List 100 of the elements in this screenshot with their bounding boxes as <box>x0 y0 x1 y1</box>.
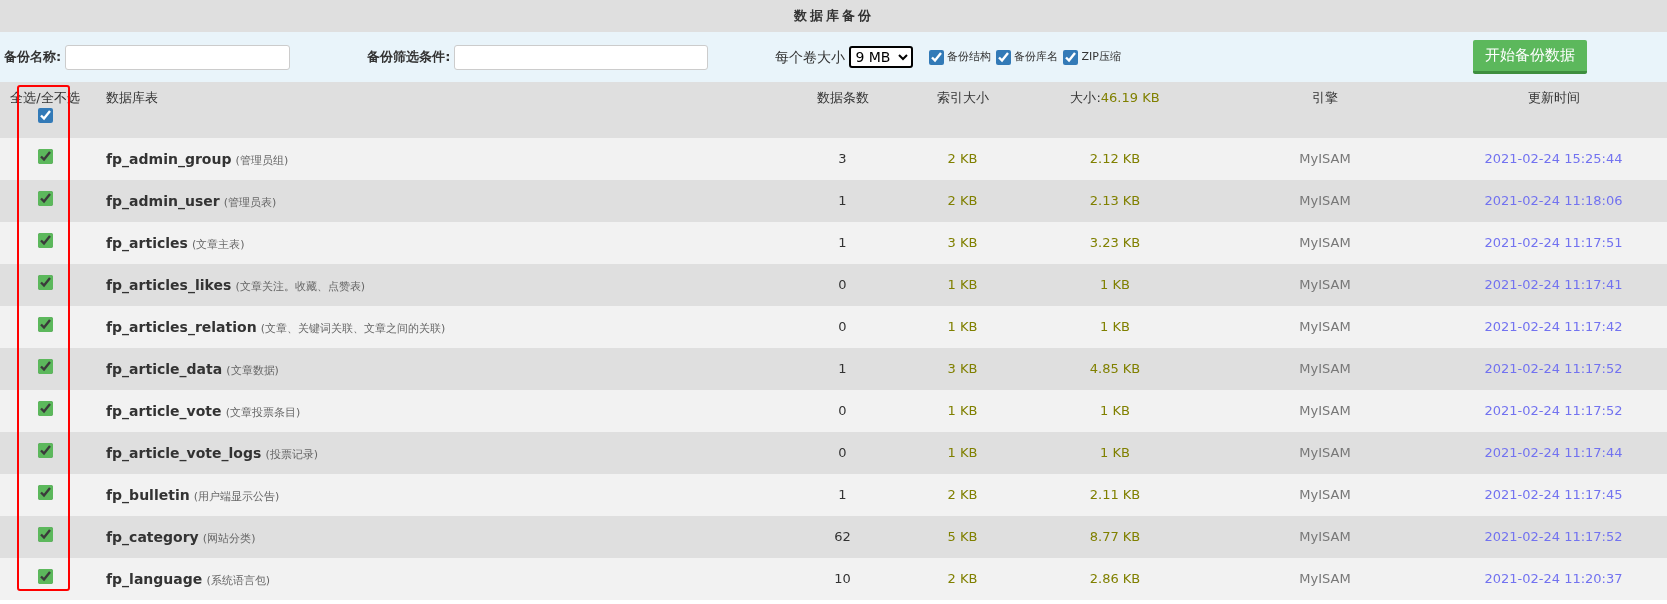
table-name: fp_article_data <box>106 360 223 377</box>
engine-name: MyISAM <box>1299 235 1351 251</box>
update-time: 2021-02-24 11:17:44 <box>1484 445 1623 461</box>
field-label: 每个卷大小 <box>775 47 846 67</box>
table-name: fp_admin_user <box>106 192 220 209</box>
column-header: 数据条数 <box>816 90 869 105</box>
column-header: 数据库表 <box>106 90 158 105</box>
data-size: 2.13 KB <box>1089 193 1141 209</box>
update-time: 2021-02-24 15:25:44 <box>1484 151 1623 167</box>
column-header: 索引大小 <box>936 90 989 105</box>
table-comment: (文章主表) <box>192 237 245 251</box>
index-size: 1 KB <box>947 445 978 461</box>
option-checkbox[interactable] <box>929 49 945 65</box>
total-size: 46.19 KB <box>1100 90 1160 105</box>
row-checkbox[interactable] <box>37 148 53 164</box>
row-checkbox[interactable] <box>37 568 53 584</box>
table-comment: (管理员组) <box>235 153 289 167</box>
table-comment: (网站分类) <box>202 531 256 545</box>
row-count: 1 <box>838 487 847 503</box>
row-count: 62 <box>834 529 851 545</box>
page-title: 数据库备份 <box>793 7 874 26</box>
volume-size-select[interactable]: 9 MB <box>849 46 914 68</box>
engine-name: MyISAM <box>1299 277 1351 293</box>
engine-name: MyISAM <box>1299 361 1351 377</box>
table-name: fp_article_vote <box>106 402 222 419</box>
row-checkbox[interactable] <box>37 232 53 248</box>
select-all-checkbox[interactable] <box>37 107 53 123</box>
index-size: 2 KB <box>947 193 978 209</box>
index-size: 3 KB <box>947 235 978 251</box>
option-checkbox[interactable] <box>1063 49 1079 65</box>
row-checkbox[interactable] <box>37 316 53 332</box>
row-checkbox[interactable] <box>37 484 53 500</box>
row-count: 0 <box>838 319 847 335</box>
index-size: 1 KB <box>947 403 978 419</box>
table-name: fp_language <box>106 570 203 587</box>
engine-name: MyISAM <box>1299 193 1351 209</box>
table-comment: (文章、关键词关联、文章之间的关联) <box>260 321 446 335</box>
index-size: 5 KB <box>947 529 978 545</box>
update-time: 2021-02-24 11:17:41 <box>1484 277 1623 293</box>
engine-name: MyISAM <box>1299 445 1351 461</box>
row-count: 0 <box>838 445 847 461</box>
row-count: 1 <box>838 235 847 251</box>
data-size: 2.86 KB <box>1089 571 1141 587</box>
engine-name: MyISAM <box>1299 151 1351 167</box>
update-time: 2021-02-24 11:17:52 <box>1484 361 1623 377</box>
option-checkbox[interactable] <box>996 49 1012 65</box>
table-comment: (管理员表) <box>223 195 277 209</box>
row-count: 1 <box>838 361 847 377</box>
table-name: fp_admin_group <box>106 150 232 167</box>
data-size: 2.12 KB <box>1089 151 1141 167</box>
index-size: 2 KB <box>947 151 978 167</box>
update-time: 2021-02-24 11:17:51 <box>1484 235 1623 251</box>
option-label: 备份库名 <box>1014 48 1059 65</box>
field-label: 备份名称: <box>4 48 62 67</box>
engine-name: MyISAM <box>1299 403 1351 419</box>
data-size: 2.11 KB <box>1089 487 1141 503</box>
engine-name: MyISAM <box>1299 487 1351 503</box>
row-checkbox[interactable] <box>37 400 53 416</box>
backup-name-field[interactable] <box>65 44 291 70</box>
engine-name: MyISAM <box>1299 529 1351 545</box>
row-checkbox[interactable] <box>37 274 53 290</box>
table-comment: (投票记录) <box>265 447 318 461</box>
index-size: 1 KB <box>947 319 978 335</box>
data-size: 4.85 KB <box>1089 361 1141 377</box>
column-header: 更新时间 <box>1527 90 1580 105</box>
table-comment: (系统语言包) <box>206 573 270 587</box>
table-name: fp_category <box>106 528 199 545</box>
row-checkbox[interactable] <box>37 358 53 374</box>
row-count: 1 <box>838 193 847 209</box>
engine-name: MyISAM <box>1299 571 1351 587</box>
update-time: 2021-02-24 11:17:52 <box>1484 403 1623 419</box>
data-size: 8.77 KB <box>1089 529 1141 545</box>
table-name: fp_bulletin <box>106 486 190 503</box>
option-label: ZIP压缩 <box>1081 48 1121 65</box>
table-name: fp_articles <box>106 234 188 251</box>
data-size: 1 KB <box>1100 403 1130 419</box>
column-header: 大小: <box>1070 90 1101 105</box>
table-name: fp_articles_relation <box>106 318 257 335</box>
row-count: 0 <box>838 403 847 419</box>
row-count: 3 <box>838 151 847 167</box>
table-comment: (文章数据) <box>226 363 279 377</box>
index-size: 2 KB <box>947 487 978 503</box>
index-size: 3 KB <box>947 361 978 377</box>
table-name: fp_article_vote_logs <box>106 444 262 461</box>
table-name: fp_articles_likes <box>106 276 232 293</box>
row-checkbox[interactable] <box>37 526 53 542</box>
data-size: 1 KB <box>1100 277 1130 293</box>
data-size: 1 KB <box>1100 319 1130 335</box>
row-checkbox[interactable] <box>37 190 53 206</box>
update-time: 2021-02-24 11:18:06 <box>1484 193 1623 209</box>
option-label: 备份结构 <box>947 48 992 65</box>
update-time: 2021-02-24 11:17:45 <box>1484 487 1623 503</box>
index-size: 2 KB <box>947 571 978 587</box>
update-time: 2021-02-24 11:17:52 <box>1484 529 1623 545</box>
row-checkbox[interactable] <box>37 442 53 458</box>
index-size: 1 KB <box>947 277 978 293</box>
filter-condition-field[interactable] <box>454 44 709 70</box>
update-time: 2021-02-24 11:17:42 <box>1484 319 1623 335</box>
row-count: 10 <box>834 571 851 587</box>
engine-name: MyISAM <box>1299 319 1351 335</box>
